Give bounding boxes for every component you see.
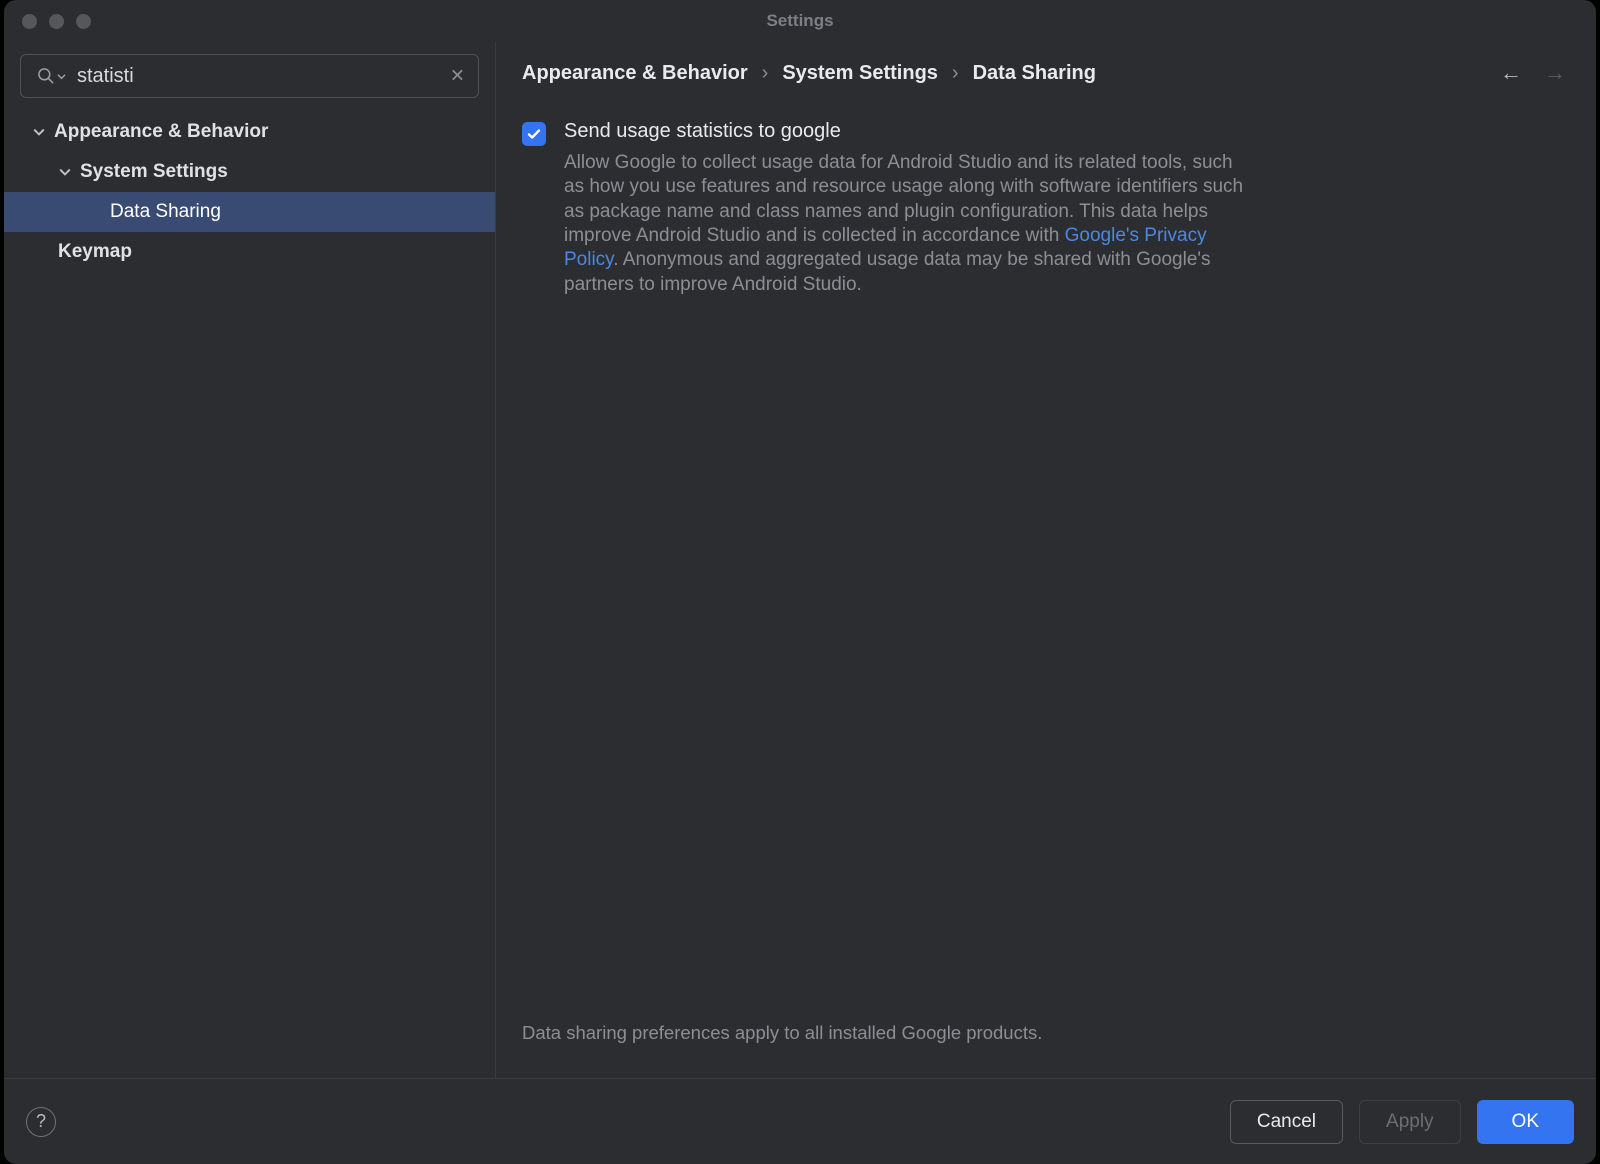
option-text: Send usage statistics to google Allow Go… xyxy=(564,120,1244,297)
tree-label: System Settings xyxy=(80,161,228,183)
tree-item-appearance-behavior[interactable]: Appearance & Behavior xyxy=(4,112,495,152)
settings-window: Settings ✕ Appearance & Behavior System xyxy=(4,0,1596,1164)
search-wrap: ✕ xyxy=(20,54,479,98)
desc-text: . Anonymous and aggregated usage data ma… xyxy=(564,249,1211,294)
zoom-window-button[interactable] xyxy=(76,14,91,29)
breadcrumb-separator: › xyxy=(952,62,959,85)
titlebar: Settings xyxy=(4,0,1596,42)
send-usage-stats-checkbox[interactable] xyxy=(522,122,546,146)
tree-label: Data Sharing xyxy=(110,201,221,223)
help-icon: ? xyxy=(36,1111,46,1132)
tree-label: Appearance & Behavior xyxy=(54,121,268,143)
clear-search-icon[interactable]: ✕ xyxy=(450,66,465,87)
tree-label: Keymap xyxy=(58,241,132,263)
option-label: Send usage statistics to google xyxy=(564,120,1244,143)
tree-item-system-settings[interactable]: System Settings xyxy=(4,152,495,192)
breadcrumb-part: Appearance & Behavior xyxy=(522,62,748,85)
dialog-footer: ? Cancel Apply OK xyxy=(4,1078,1596,1164)
apply-button: Apply xyxy=(1359,1100,1461,1144)
close-window-button[interactable] xyxy=(22,14,37,29)
window-title: Settings xyxy=(4,11,1596,31)
chevron-down-icon xyxy=(32,126,46,138)
settings-tree: Appearance & Behavior System Settings Da… xyxy=(4,112,495,1078)
main-panel: Appearance & Behavior › System Settings … xyxy=(496,42,1596,1078)
back-arrow-icon[interactable]: ← xyxy=(1500,60,1522,86)
tree-item-data-sharing[interactable]: Data Sharing xyxy=(4,192,495,232)
forward-arrow-icon: → xyxy=(1544,60,1566,86)
sidebar: ✕ Appearance & Behavior System Settings … xyxy=(4,42,496,1078)
body: ✕ Appearance & Behavior System Settings … xyxy=(4,42,1596,1078)
footer-note: Data sharing preferences apply to all in… xyxy=(522,1022,1566,1066)
send-usage-stats-option: Send usage statistics to google Allow Go… xyxy=(522,120,1566,297)
help-button[interactable]: ? xyxy=(26,1107,56,1137)
window-controls xyxy=(22,14,91,29)
cancel-button[interactable]: Cancel xyxy=(1230,1100,1343,1144)
option-description: Allow Google to collect usage data for A… xyxy=(564,151,1244,297)
chevron-down-icon xyxy=(58,166,72,178)
breadcrumb-separator: › xyxy=(762,62,769,85)
breadcrumb-part: System Settings xyxy=(782,62,938,85)
ok-button[interactable]: OK xyxy=(1477,1100,1574,1144)
breadcrumb: Appearance & Behavior › System Settings … xyxy=(522,60,1566,86)
content-area: Send usage statistics to google Allow Go… xyxy=(522,120,1566,1066)
search-input[interactable] xyxy=(20,54,479,98)
breadcrumb-part: Data Sharing xyxy=(973,62,1096,85)
tree-item-keymap[interactable]: Keymap xyxy=(4,232,495,272)
search-icon xyxy=(36,66,66,86)
breadcrumb-nav: ← → xyxy=(1500,60,1566,86)
minimize-window-button[interactable] xyxy=(49,14,64,29)
